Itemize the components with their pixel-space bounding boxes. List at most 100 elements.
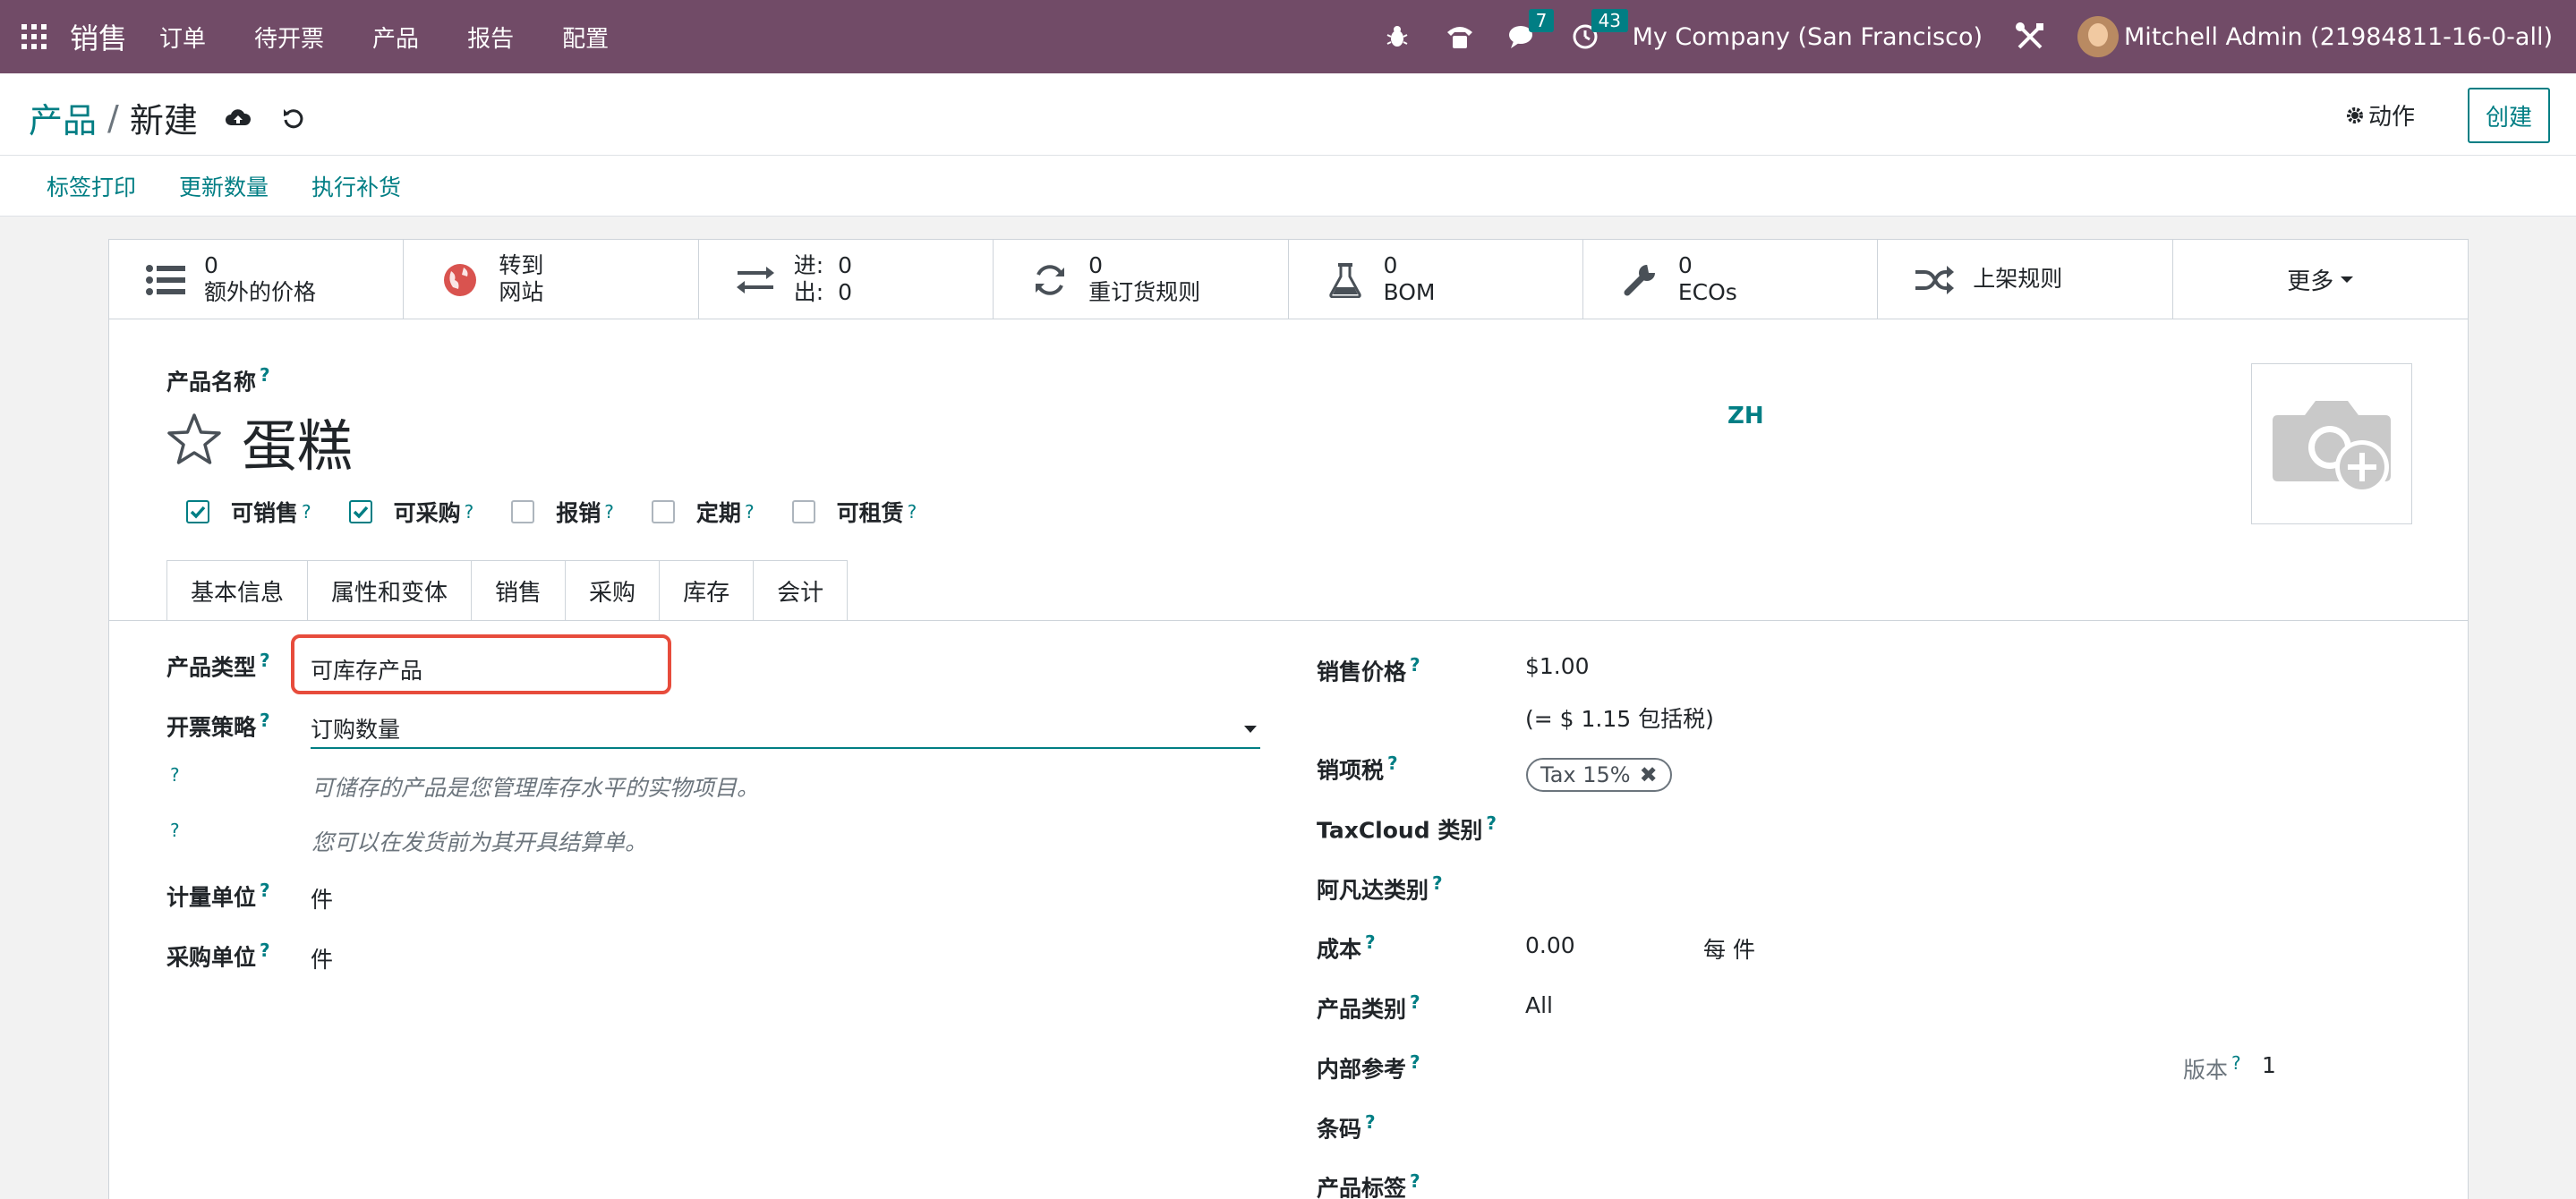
phone-icon[interactable] [1445,21,1475,52]
in-value: 0 [838,252,852,278]
menu-reporting[interactable]: 报告 [467,21,514,54]
bug-icon[interactable] [1382,21,1412,52]
discard-undo-icon[interactable] [278,103,309,133]
app-brand[interactable]: 销售 [70,16,127,57]
purchase-uom-field[interactable]: 件 [311,942,333,974]
in-label: 进: [793,252,824,278]
tab-purchase[interactable]: 采购 [566,560,661,621]
apps-menu-icon[interactable] [21,24,47,49]
tab-attributes-variants[interactable]: 属性和变体 [308,560,473,621]
product-type-help: 可储存的产品是您管理库存水平的实物项目。 [311,775,760,801]
uom-label: 计量单位? [166,880,270,911]
flask-icon [1325,261,1366,299]
refresh-icon [1029,261,1070,299]
translation-button[interactable]: ZH [1727,403,1764,429]
sales-price-label: 销售价格? [1317,654,1420,685]
invoice-policy-underline [311,747,1260,749]
checkbox-box[interactable] [791,500,815,523]
remove-tag-icon[interactable]: ✖ [1640,762,1658,787]
activities-clock-icon[interactable]: 43 [1570,9,1629,52]
product-image-placeholder[interactable] [2251,363,2412,524]
uom-field[interactable]: 件 [311,882,333,914]
user-menu[interactable]: Mitchell Admin (21984811-16-0-all) [2124,23,2553,51]
product-category-field[interactable]: All [1525,992,1553,1018]
update-quantity-button[interactable]: 更新数量 [179,170,269,202]
ecos-label: ECOs [1677,279,1737,305]
checkbox-can-be-rented[interactable]: 可租赁? [791,496,917,528]
breadcrumb-products[interactable]: 产品 [29,93,97,142]
product-type-label: 产品类型? [166,650,270,681]
checkbox-box[interactable] [651,500,675,523]
checkbox-box[interactable] [348,500,372,523]
reorder-label: 重订货规则 [1088,279,1201,305]
cost-label: 成本? [1317,931,1376,963]
checkbox-can-be-sold[interactable]: 可销售? [186,496,311,528]
reordering-rules-button[interactable]: 0 重订货规则 [994,240,1289,319]
in-out-button[interactable]: 进: 0 出: 0 [699,240,994,319]
smart-buttons: 0 额外的价格 转到 网站 进: 0 出: 0 0 重订货规则 0 BOM 0 … [109,240,2468,319]
sales-price-field[interactable]: $1.00 [1525,653,1590,679]
checkbox-recurring[interactable]: 定期? [651,496,755,528]
ecos-count: 0 [1677,252,1693,278]
go-to-website-button[interactable]: 转到 网站 [404,240,699,319]
menu-to-invoice[interactable]: 待开票 [254,21,324,54]
more-label: 更多 [2287,268,2334,295]
ecos-button[interactable]: 0 ECOs [1583,240,1879,319]
checkbox-box[interactable] [186,500,209,523]
help-tooltip[interactable]: ? [170,764,180,786]
product-tags-label: 产品标签? [1317,1170,1420,1199]
systray: 7 43 My Company (San Francisco) Mitchell… [1382,0,2576,73]
tab-general-info[interactable]: 基本信息 [166,560,309,621]
breadcrumb: 产品 / 新建 [29,93,309,142]
extra-prices-button[interactable]: 0 额外的价格 [109,240,405,319]
product-name-input[interactable]: 蛋糕 [242,401,353,481]
top-navbar: 销售 订单 待开票 产品 报告 配置 7 43 My Company (San … [0,0,2576,73]
tab-inventory[interactable]: 库存 [660,560,755,621]
print-labels-button[interactable]: 标签打印 [47,170,136,202]
tools-icon[interactable] [2015,21,2045,52]
exchange-arrows-icon [735,261,776,299]
putaway-rules-button[interactable]: 上架规则 [1878,240,2173,319]
cost-field[interactable]: 0.00 [1525,932,1575,958]
bom-label: BOM [1383,279,1436,305]
help-tooltip[interactable]: ? [170,820,180,841]
cost-unit: 每 件 [1703,937,1755,963]
invoice-policy-label: 开票策略? [166,710,270,741]
form-header-buttons: 标签打印 更新数量 执行补货 [0,156,2576,217]
help-tooltip[interactable]: ? [260,364,270,386]
reorder-count: 0 [1088,252,1104,278]
product-type-select[interactable]: 可库存产品 [311,653,422,685]
activities-badge: 43 [1591,9,1629,32]
tax-tag[interactable]: Tax 15% ✖ [1526,758,1672,792]
form-tabs: 基本信息 属性和变体 销售 采购 库存 会计 [166,560,849,621]
internal-reference-label: 内部参考? [1317,1051,1420,1083]
tab-accounting[interactable]: 会计 [754,560,849,621]
product-name-label: 产品名称? [166,364,270,395]
menu-configuration[interactable]: 配置 [562,21,609,54]
menu-orders[interactable]: 订单 [159,21,206,54]
product-name-row: 蛋糕 [166,401,353,481]
tab-sales[interactable]: 销售 [472,560,567,621]
barcode-label: 条码? [1317,1111,1376,1143]
main-menu: 订单 待开票 产品 报告 配置 [159,21,657,54]
menu-products[interactable]: 产品 [372,21,419,54]
dropdown-caret-icon[interactable] [1244,726,1257,733]
company-switcher[interactable]: My Company (San Francisco) [1633,23,1983,51]
bom-count: 0 [1383,252,1398,278]
checkbox-box[interactable] [511,500,535,523]
invoice-policy-select[interactable]: 订购数量 [311,712,400,744]
replenish-button[interactable]: 执行补货 [311,170,401,202]
checkbox-can-be-purchased[interactable]: 可采购? [348,496,473,528]
messages-icon[interactable]: 7 [1507,9,1555,52]
checkbox-can-be-expensed[interactable]: 报销? [511,496,614,528]
sales-price-incl-tax: (= $ 1.15 包括税) [1525,706,1714,732]
actions-dropdown[interactable]: 动作 [2345,98,2415,132]
avatax-category-label: 阿凡达类别? [1317,872,1443,904]
bom-button[interactable]: 0 BOM [1289,240,1583,319]
user-avatar[interactable] [2077,16,2120,57]
favorite-star-icon[interactable] [166,412,222,470]
cloud-upload-icon[interactable] [223,103,253,133]
more-smart-buttons[interactable]: 更多 [2173,240,2468,319]
create-button[interactable]: 创建 [2468,88,2550,143]
out-value: 0 [838,279,852,305]
